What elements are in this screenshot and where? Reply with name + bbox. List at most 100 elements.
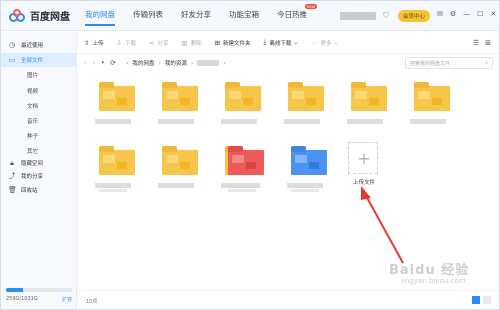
file-name-blurred — [291, 189, 319, 192]
sidebar-sub-videos[interactable]: 视频 — [27, 87, 38, 95]
grid-view-button[interactable] — [472, 296, 480, 304]
more-icon: ⋯ — [311, 38, 318, 47]
tab-friend-share[interactable]: 好友分享 — [181, 9, 211, 26]
tab-today-hot[interactable]: 今日热推 new — [277, 4, 317, 26]
top-bar: 百度网盘 我的网盘 传输列表 好友分享 功能宝箱 今日热推 new ⛉ 会员中心… — [1, 1, 499, 31]
sidebar: ◷ 最近使用 ▭ 全部文件 图片 视频 文档 音乐 种子 其它 🔒︎ 隐藏空间 … — [1, 32, 77, 309]
sidebar-item-all-files[interactable]: ▭ 全部文件 — [1, 53, 76, 67]
address-bar: ‹ › ▾ ⟳ › 我的网盘 › 我的资源 › › 搜索我的网盘文件 ⌕ — [78, 54, 499, 72]
pdf-file-tile[interactable] — [214, 136, 268, 194]
maximize-icon[interactable]: ☐ — [477, 10, 483, 18]
sidebar-sub-docs[interactable]: 文档 — [27, 102, 38, 110]
file-grid — [78, 72, 499, 290]
history-dropdown-icon[interactable]: ▾ — [102, 60, 105, 66]
file-toolbar: ⇧ 上传 ⇩ 下载 ≺ 分享 ▥ 删除 ⊞ 新建文件夹 ⤓ 离线下载 ⌄ ⋯ 更… — [78, 32, 499, 54]
pdf-file-icon — [228, 146, 264, 175]
sidebar-sub-torrents[interactable]: 种子 — [27, 132, 38, 140]
folder-tile[interactable] — [148, 136, 202, 194]
download-icon: ⇩ — [116, 38, 122, 47]
sort-icon[interactable]: ☰ — [473, 39, 479, 47]
delete-label: 删除 — [190, 40, 202, 47]
sidebar-item-recycle-bin[interactable]: 🗑︎ 回收站 — [1, 183, 76, 197]
folder-tile[interactable] — [337, 72, 391, 130]
minimize-icon[interactable]: — — [463, 10, 470, 18]
breadcrumb-my-netdisk[interactable]: 我的网盘 — [132, 59, 154, 67]
file-name-blurred — [284, 119, 320, 124]
download-label: 下载 — [124, 40, 136, 47]
folder-tile[interactable] — [211, 72, 265, 130]
breadcrumb-current-blurred[interactable] — [197, 60, 220, 66]
storage-progress-bar — [6, 288, 72, 292]
folder-icon — [99, 82, 135, 111]
download-button[interactable]: ⇩ 下载 — [116, 39, 135, 47]
expand-storage-link[interactable]: 扩容 — [62, 296, 72, 303]
list-view-button[interactable] — [483, 296, 491, 304]
new-badge: new — [304, 4, 317, 9]
watermark: Baidu 经验 — [389, 263, 470, 278]
sidebar-item-recent[interactable]: ◷ 最近使用 — [1, 38, 76, 52]
sidebar-item-label: 隐藏空间 — [21, 161, 44, 167]
new-folder-label: 新建文件夹 — [223, 40, 251, 47]
tab-today-hot-label: 今日热推 — [277, 10, 307, 19]
folder-tile[interactable] — [85, 72, 139, 130]
word-file-icon — [291, 146, 327, 175]
status-bar: 10项 — [78, 290, 499, 309]
folder-tile[interactable] — [85, 136, 139, 194]
breadcrumb-separator: › — [158, 59, 161, 67]
clock-icon: ◷ — [8, 41, 16, 49]
more-button[interactable]: ⋯ 更多 ⌄ — [311, 39, 338, 47]
gear-icon[interactable]: ⚙ — [450, 10, 456, 18]
sidebar-item-label: 回收站 — [21, 188, 38, 194]
shield-icon: ⛉ — [383, 11, 389, 20]
tab-transfer-list[interactable]: 传输列表 — [133, 9, 163, 26]
refresh-icon[interactable]: ⟳ — [110, 59, 116, 67]
item-count: 10项 — [86, 299, 98, 305]
close-icon[interactable]: ✕ — [490, 10, 496, 18]
user-name-blurred[interactable] — [340, 12, 376, 20]
sidebar-item-hidden-space[interactable]: 🔒︎ 隐藏空间 — [1, 156, 76, 170]
search-icon: ⌕ — [485, 60, 488, 66]
breadcrumb-separator: › — [223, 59, 226, 67]
file-name-blurred — [99, 189, 127, 192]
file-name-blurred — [158, 119, 194, 124]
offline-download-button[interactable]: ⤓ 离线下载 ⌄ — [264, 38, 299, 47]
sidebar-sub-other[interactable]: 其它 — [27, 147, 38, 155]
file-name-blurred — [95, 119, 131, 124]
file-name-blurred — [347, 119, 383, 124]
sidebar-sub-music[interactable]: 音乐 — [27, 117, 38, 125]
delete-button[interactable]: ▥ 删除 — [181, 39, 201, 47]
folder-icon — [162, 82, 198, 111]
doc-file-tile[interactable] — [277, 136, 331, 194]
tab-toolbox[interactable]: 功能宝箱 — [229, 9, 259, 26]
folder-icon — [225, 82, 261, 111]
folder-tile[interactable] — [274, 72, 328, 130]
grid-view-icon[interactable]: ⊞ — [485, 39, 491, 47]
sidebar-item-my-shares[interactable]: ⤴ 我的分享 — [1, 169, 76, 183]
watermark-url: jingyan.baidu.com — [401, 277, 466, 285]
share-icon: ≺ — [148, 38, 155, 47]
breadcrumb-separator: › — [190, 59, 194, 67]
file-name-blurred — [228, 189, 256, 192]
sidebar-sub-images[interactable]: 图片 — [27, 71, 38, 79]
breadcrumb-separator: › — [126, 59, 129, 67]
main-nav: 我的网盘 传输列表 好友分享 功能宝箱 今日热推 new — [85, 4, 325, 26]
upload-file-tile[interactable]: + — [348, 142, 378, 174]
tab-my-netdisk[interactable]: 我的网盘 — [85, 9, 115, 26]
share-button[interactable]: ≺ 分享 — [149, 39, 168, 47]
vip-center-button[interactable]: 会员中心 — [398, 10, 431, 22]
new-folder-button[interactable]: ⊞ 新建文件夹 — [215, 39, 251, 47]
forward-icon[interactable]: › — [93, 59, 96, 67]
offline-download-icon: ⤓ — [263, 38, 267, 46]
new-folder-icon: ⊞ — [214, 38, 221, 47]
back-icon[interactable]: ‹ — [84, 59, 87, 67]
offline-download-label: 离线下载 — [269, 40, 292, 47]
folder-icon — [288, 82, 324, 111]
file-name-blurred — [158, 183, 194, 188]
breadcrumb-my-resources[interactable]: 我的资源 — [165, 59, 187, 67]
folder-tile[interactable] — [400, 72, 454, 130]
upload-file-label: 上传文件 — [352, 180, 375, 186]
search-input[interactable]: 搜索我的网盘文件 ⌕ — [405, 57, 493, 69]
folder-tile[interactable] — [148, 72, 202, 130]
mail-icon[interactable]: ✉ — [437, 10, 443, 18]
upload-button[interactable]: ⇧ 上传 — [84, 39, 103, 47]
